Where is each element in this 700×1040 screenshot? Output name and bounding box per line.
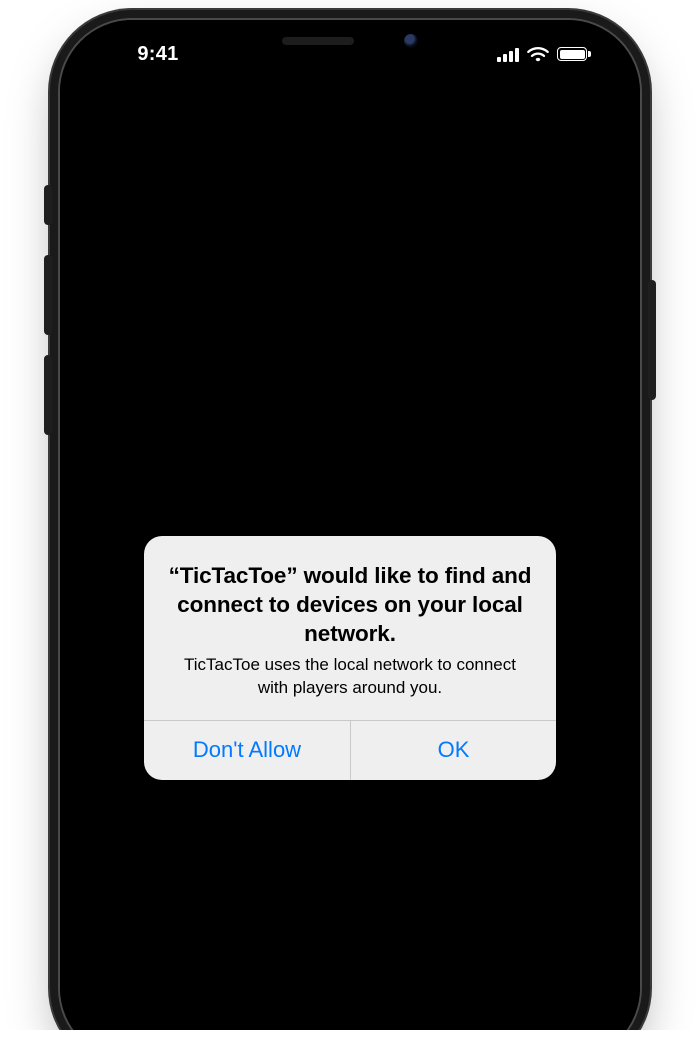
status-bar: 9:41 [60,20,640,70]
volume-down-button [44,355,52,435]
alert-message: TicTacToe uses the local network to conn… [166,654,534,700]
canvas: 9:41 [0,0,700,1040]
image-crop-edge [0,1030,700,1040]
iphone-frame: 9:41 [60,20,640,1040]
status-time: 9:41 [137,43,178,66]
phone-mask: 9:41 [60,20,640,1040]
ok-button[interactable]: OK [350,721,556,780]
status-right [472,46,612,62]
volume-up-button [44,255,52,335]
alert-title: “TicTacToe” would like to find and conne… [166,562,534,648]
dont-allow-button[interactable]: Don't Allow [144,721,350,780]
side-button [648,280,656,400]
screen: 9:41 [60,20,640,1040]
mute-switch [44,185,52,225]
wifi-icon [527,46,549,62]
signal-bars-icon [497,47,519,62]
alert-body: “TicTacToe” would like to find and conne… [144,536,556,720]
permission-alert: “TicTacToe” would like to find and conne… [144,536,556,780]
battery-icon [557,47,587,61]
alert-buttons: Don't Allow OK [144,720,556,780]
status-left: 9:41 [88,43,228,66]
